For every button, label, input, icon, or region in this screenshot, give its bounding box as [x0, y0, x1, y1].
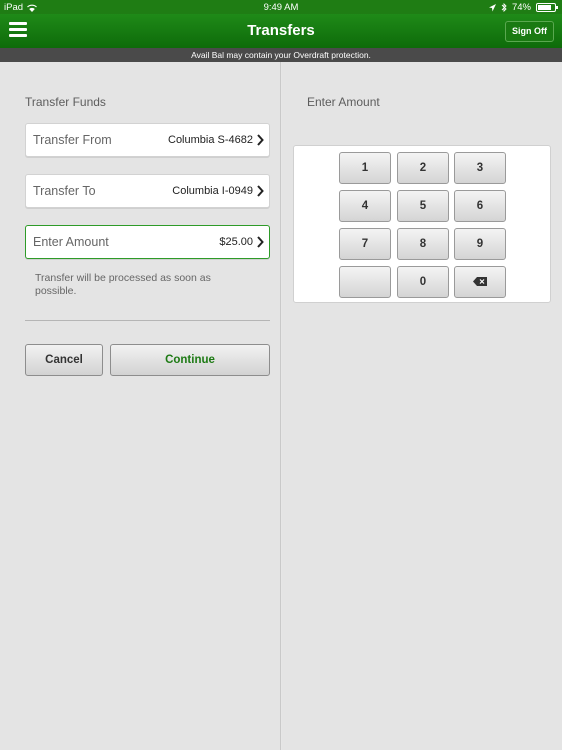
- keypad-key-9[interactable]: 9: [454, 228, 506, 260]
- overdraft-info-banner: Avail Bal may contain your Overdraft pro…: [0, 48, 562, 62]
- transfer-to-field[interactable]: Transfer To Columbia I-0949: [25, 174, 270, 208]
- battery-icon: [536, 3, 558, 12]
- keypad-key-8[interactable]: 8: [397, 228, 449, 260]
- sign-off-button[interactable]: Sign Off: [505, 21, 554, 42]
- keypad-pane: Enter Amount 1 2 3 4 5 6 7 8 9 0: [282, 62, 562, 750]
- chevron-right-icon: [257, 134, 264, 146]
- transfer-to-label: Transfer To: [33, 184, 96, 198]
- cancel-button[interactable]: Cancel: [25, 344, 103, 376]
- enter-amount-field[interactable]: Enter Amount $25.00: [25, 225, 270, 259]
- keypad-key-6[interactable]: 6: [454, 190, 506, 222]
- transfer-form-pane: Transfer Funds Transfer From Columbia S-…: [0, 62, 281, 750]
- enter-amount-label: Enter Amount: [33, 235, 109, 249]
- transfer-funds-heading: Transfer Funds: [25, 95, 106, 109]
- keypad-key-0[interactable]: 0: [397, 266, 449, 298]
- keypad-key-blank[interactable]: [339, 266, 391, 298]
- keypad-key-7[interactable]: 7: [339, 228, 391, 260]
- transfer-to-value: Columbia I-0949: [172, 185, 253, 197]
- battery-percent: 74%: [511, 2, 531, 13]
- hamburger-menu-icon[interactable]: [9, 22, 27, 38]
- status-right: 74%: [488, 2, 558, 13]
- processing-note: Transfer will be processed as soon as po…: [35, 272, 211, 297]
- bluetooth-icon: [501, 3, 507, 12]
- continue-button[interactable]: Continue: [110, 344, 270, 376]
- numeric-keypad: 1 2 3 4 5 6 7 8 9 0: [293, 145, 551, 303]
- nav-bar: Transfers Sign Off: [0, 14, 562, 48]
- keypad-key-1[interactable]: 1: [339, 152, 391, 184]
- chevron-right-icon: [257, 185, 264, 197]
- transfer-from-value: Columbia S-4682: [168, 134, 253, 146]
- chevron-right-icon: [257, 236, 264, 248]
- keypad-key-5[interactable]: 5: [397, 190, 449, 222]
- keypad-key-backspace[interactable]: [454, 266, 506, 298]
- status-bar: iPad 9:49 AM 74%: [0, 0, 562, 14]
- backspace-icon: [473, 277, 487, 286]
- divider: [25, 320, 270, 321]
- transfer-from-field[interactable]: Transfer From Columbia S-4682: [25, 123, 270, 157]
- page-title: Transfers: [247, 22, 315, 39]
- location-arrow-icon: [488, 3, 496, 11]
- transfer-from-label: Transfer From: [33, 133, 112, 147]
- keypad-key-4[interactable]: 4: [339, 190, 391, 222]
- enter-amount-value: $25.00: [219, 236, 253, 248]
- keypad-heading: Enter Amount: [307, 95, 380, 109]
- keypad-key-3[interactable]: 3: [454, 152, 506, 184]
- status-time: 9:49 AM: [263, 2, 299, 13]
- keypad-key-2[interactable]: 2: [397, 152, 449, 184]
